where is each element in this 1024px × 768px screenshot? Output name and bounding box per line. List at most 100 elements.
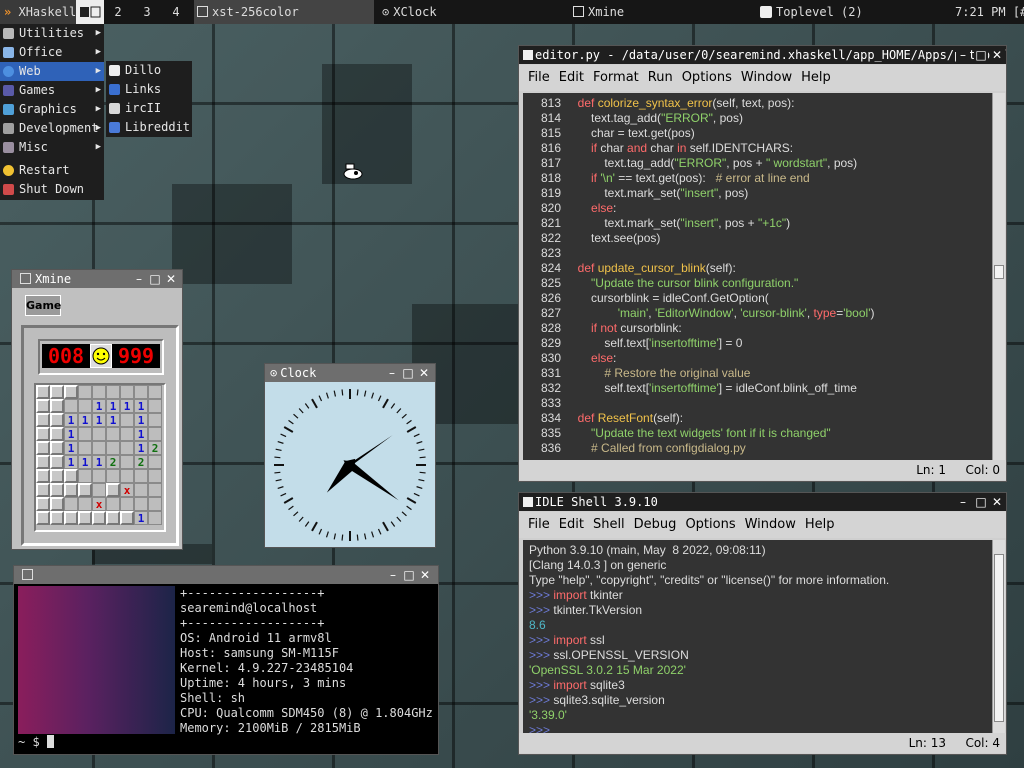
editor-menu-window[interactable]: Window [741, 65, 792, 91]
menu-item-development[interactable]: Development ▶ [0, 119, 104, 138]
editor-menu-run[interactable]: Run [648, 65, 673, 91]
mine-cell-revealed[interactable] [92, 469, 106, 483]
workspace-2-button[interactable]: 2 [104, 0, 132, 24]
menu-item-restart[interactable]: Restart [0, 161, 104, 180]
mine-cell-revealed[interactable]: 1 [64, 427, 78, 441]
submenu-item-links[interactable]: Links [106, 80, 192, 99]
mine-cell-covered[interactable] [106, 483, 120, 497]
close-button[interactable]: ✕ [417, 364, 431, 382]
mine-cell-covered[interactable] [36, 385, 50, 399]
mine-cell-revealed[interactable]: 1 [134, 399, 148, 413]
minimize-button[interactable]: – [956, 493, 970, 511]
submenu-item-libreddit[interactable]: Libreddit [106, 118, 192, 137]
terminal-prompt[interactable]: ~ $ [18, 734, 54, 750]
mine-cell-revealed[interactable] [134, 385, 148, 399]
mine-cell-revealed[interactable] [148, 427, 162, 441]
editor-menu-options[interactable]: Options [682, 65, 732, 91]
mine-cell-covered[interactable] [64, 511, 78, 525]
mine-cell-revealed[interactable]: 1 [134, 511, 148, 525]
task-xclock[interactable]: ⊙ XClock [382, 0, 562, 24]
editor-text-area[interactable]: 813 def colorize_syntax_error(self, text… [523, 93, 992, 460]
editor-menu-help[interactable]: Help [801, 65, 831, 91]
mine-cell-covered[interactable] [50, 469, 64, 483]
scrollbar-thumb[interactable] [994, 554, 1004, 722]
mine-cell-revealed[interactable] [148, 469, 162, 483]
mine-cell-covered[interactable] [36, 413, 50, 427]
mine-cell-revealed[interactable] [148, 385, 162, 399]
mine-cell-revealed[interactable]: 1 [64, 441, 78, 455]
workspace-3-button[interactable]: 3 [133, 0, 161, 24]
mine-cell-revealed[interactable]: 1 [134, 441, 148, 455]
maximize-button[interactable]: □ [401, 364, 415, 382]
mine-cell-revealed[interactable] [92, 441, 106, 455]
mine-cell-revealed[interactable] [134, 497, 148, 511]
mine-cell-revealed[interactable] [64, 497, 78, 511]
mine-cell-wrong-flag[interactable]: x [120, 483, 134, 497]
mine-cell-revealed[interactable] [106, 469, 120, 483]
menu-item-web[interactable]: Web ▶ [0, 62, 104, 81]
workspace-4-button[interactable]: 4 [162, 0, 190, 24]
mine-cell-revealed[interactable] [148, 511, 162, 525]
task-toplevel[interactable]: Toplevel (2) [760, 0, 940, 24]
mine-cell-revealed[interactable] [78, 427, 92, 441]
close-button[interactable]: ✕ [990, 46, 1004, 64]
minimize-button[interactable]: – [956, 46, 970, 64]
mine-cell-covered[interactable] [36, 483, 50, 497]
mine-cell-covered[interactable] [50, 413, 64, 427]
mine-cell-revealed[interactable] [92, 385, 106, 399]
shell-text-area[interactable]: Python 3.9.10 (main, May 8 2022, 09:08:1… [523, 540, 992, 733]
mine-cell-covered[interactable] [50, 427, 64, 441]
mine-cell-covered[interactable] [36, 455, 50, 469]
editor-menu-edit[interactable]: Edit [559, 65, 584, 91]
shell-menu-shell[interactable]: Shell [593, 512, 625, 538]
mine-cell-covered[interactable] [50, 497, 64, 511]
mine-cell-covered[interactable] [36, 441, 50, 455]
mine-cell-covered[interactable] [36, 399, 50, 413]
mine-cell-revealed[interactable] [64, 399, 78, 413]
editor-menu-file[interactable]: File [528, 65, 550, 91]
mine-cell-revealed[interactable] [106, 385, 120, 399]
menu-item-utilities[interactable]: Utilities ▶ [0, 24, 104, 43]
mine-cell-revealed[interactable] [120, 385, 134, 399]
shell-menu-help[interactable]: Help [805, 512, 835, 538]
mine-cell-covered[interactable] [64, 483, 78, 497]
mine-cell-covered[interactable] [50, 399, 64, 413]
mine-cell-revealed[interactable]: 2 [134, 455, 148, 469]
close-button[interactable]: ✕ [164, 270, 178, 288]
close-button[interactable]: ✕ [990, 493, 1004, 511]
editor-scrollbar[interactable] [992, 93, 1005, 460]
mine-cell-revealed[interactable] [120, 427, 134, 441]
mine-grid[interactable]: 1111111111111211122xx1 [34, 383, 166, 532]
task-xmine[interactable]: Xmine [573, 0, 753, 24]
mine-cell-revealed[interactable] [120, 497, 134, 511]
mine-cell-revealed[interactable] [134, 483, 148, 497]
task-xst[interactable]: xst-256color [194, 0, 374, 24]
game-menu-button[interactable]: Game [25, 295, 61, 316]
mine-cell-revealed[interactable] [78, 399, 92, 413]
mine-cell-revealed[interactable] [148, 497, 162, 511]
layout-indicator[interactable]: [#] [1013, 5, 1024, 19]
mine-cell-revealed[interactable] [148, 399, 162, 413]
minimize-button[interactable]: – [132, 270, 146, 288]
maximize-button[interactable]: □ [974, 46, 988, 64]
mine-cell-covered[interactable] [50, 441, 64, 455]
shell-menu-file[interactable]: File [528, 512, 550, 538]
shell-menu-edit[interactable]: Edit [559, 512, 584, 538]
mine-cell-revealed[interactable]: 1 [106, 413, 120, 427]
mine-cell-covered[interactable] [106, 511, 120, 525]
submenu-item-dillo[interactable]: Dillo [106, 61, 192, 80]
mine-cell-covered[interactable] [50, 385, 64, 399]
mine-cell-covered[interactable] [36, 497, 50, 511]
mine-cell-covered[interactable] [78, 511, 92, 525]
mine-cell-revealed[interactable] [92, 427, 106, 441]
mine-cell-revealed[interactable] [78, 469, 92, 483]
mine-cell-revealed[interactable]: 1 [134, 427, 148, 441]
mine-cell-revealed[interactable] [134, 469, 148, 483]
mine-cell-covered[interactable] [64, 469, 78, 483]
mine-cell-covered[interactable] [92, 511, 106, 525]
mine-cell-revealed[interactable]: 1 [78, 413, 92, 427]
menu-item-shut-down[interactable]: Shut Down [0, 180, 104, 199]
mine-cell-revealed[interactable]: 1 [134, 413, 148, 427]
mine-cell-revealed[interactable] [106, 441, 120, 455]
mine-cell-revealed[interactable] [148, 413, 162, 427]
